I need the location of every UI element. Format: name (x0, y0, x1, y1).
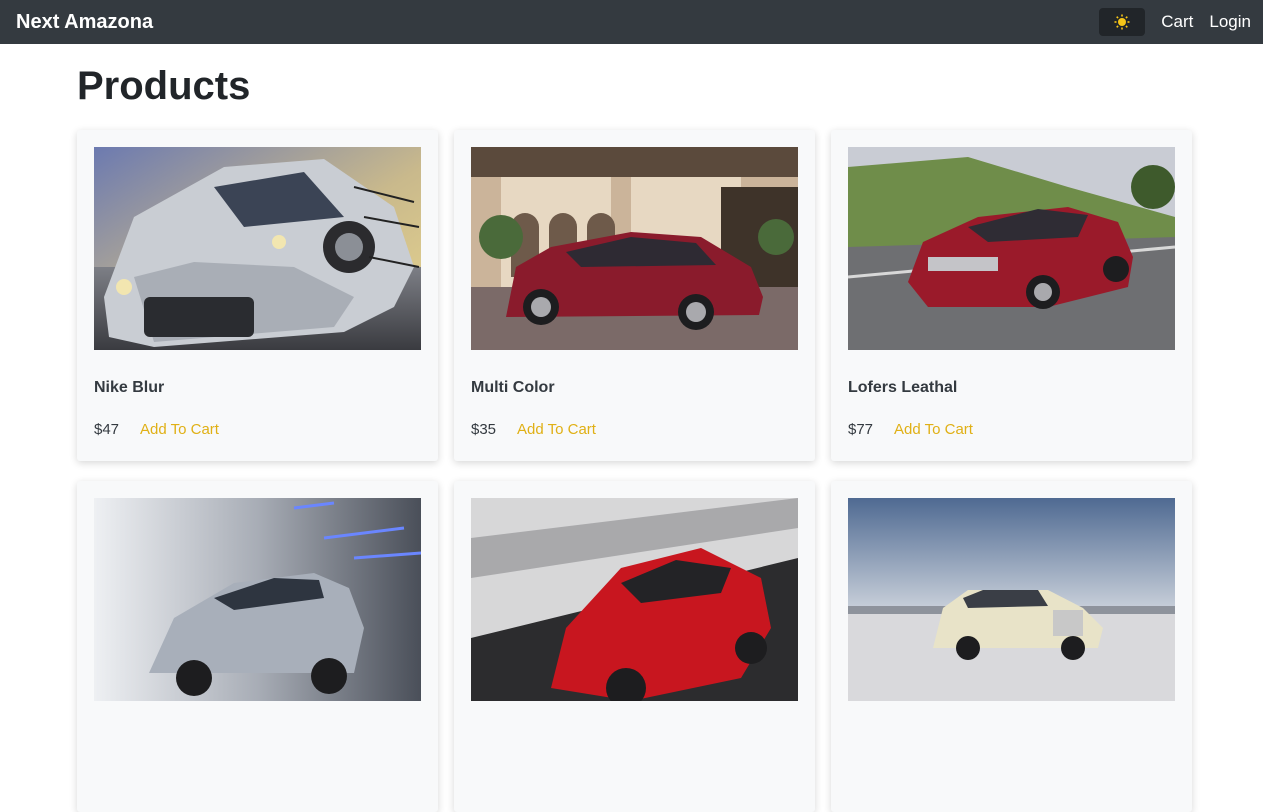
product-image-link[interactable] (94, 498, 421, 701)
product-image-link[interactable] (848, 147, 1175, 350)
add-to-cart-button[interactable]: Add To Cart (140, 421, 219, 438)
product-image-link[interactable] (471, 498, 798, 701)
product-image-silver-race-car (94, 147, 421, 350)
add-to-cart-button[interactable]: Add To Cart (894, 421, 973, 438)
nav-right: Cart Login (1099, 8, 1251, 36)
product-card (454, 481, 815, 812)
page-title: Products (77, 64, 251, 108)
brand-link[interactable]: Next Amazona (16, 11, 153, 34)
login-link[interactable]: Login (1209, 12, 1251, 32)
product-image-red-hatchback (471, 498, 798, 701)
product-card: Multi Color $35 Add To Cart (454, 130, 815, 461)
product-price: $77 (848, 421, 874, 438)
product-price: $35 (471, 421, 497, 438)
add-to-cart-button[interactable]: Add To Cart (517, 421, 596, 438)
product-image-white-luxury-car (848, 498, 1175, 701)
product-name[interactable]: Lofers Leathal (848, 379, 1175, 399)
navbar: Next Amazona Cart Login (0, 0, 1263, 44)
product-footer: $77 Add To Cart (848, 421, 1175, 438)
product-card (77, 481, 438, 812)
theme-toggle-button[interactable] (1099, 8, 1146, 36)
product-card (831, 481, 1192, 812)
product-image-link[interactable] (848, 498, 1175, 701)
cart-link[interactable]: Cart (1161, 12, 1193, 32)
product-price: $47 (94, 421, 120, 438)
product-name[interactable]: Multi Color (471, 379, 798, 399)
product-image-link[interactable] (471, 147, 798, 350)
product-image-red-sedan-villa (471, 147, 798, 350)
product-card: Nike Blur $47 Add To Cart (77, 130, 438, 461)
product-footer: $47 Add To Cart (94, 421, 421, 438)
product-footer: $35 Add To Cart (471, 421, 798, 438)
sun-icon (1114, 14, 1130, 30)
main-content: Products Nike Blur $47 Add To Cart Multi… (0, 44, 1263, 812)
product-image-link[interactable] (94, 147, 421, 350)
product-image-silver-hatchback-tunnel (94, 498, 421, 701)
product-grid: Nike Blur $47 Add To Cart Multi Color $3… (77, 130, 1263, 812)
product-image-red-sedan-road (848, 147, 1175, 350)
product-name[interactable]: Nike Blur (94, 379, 421, 399)
product-card: Lofers Leathal $77 Add To Cart (831, 130, 1192, 461)
